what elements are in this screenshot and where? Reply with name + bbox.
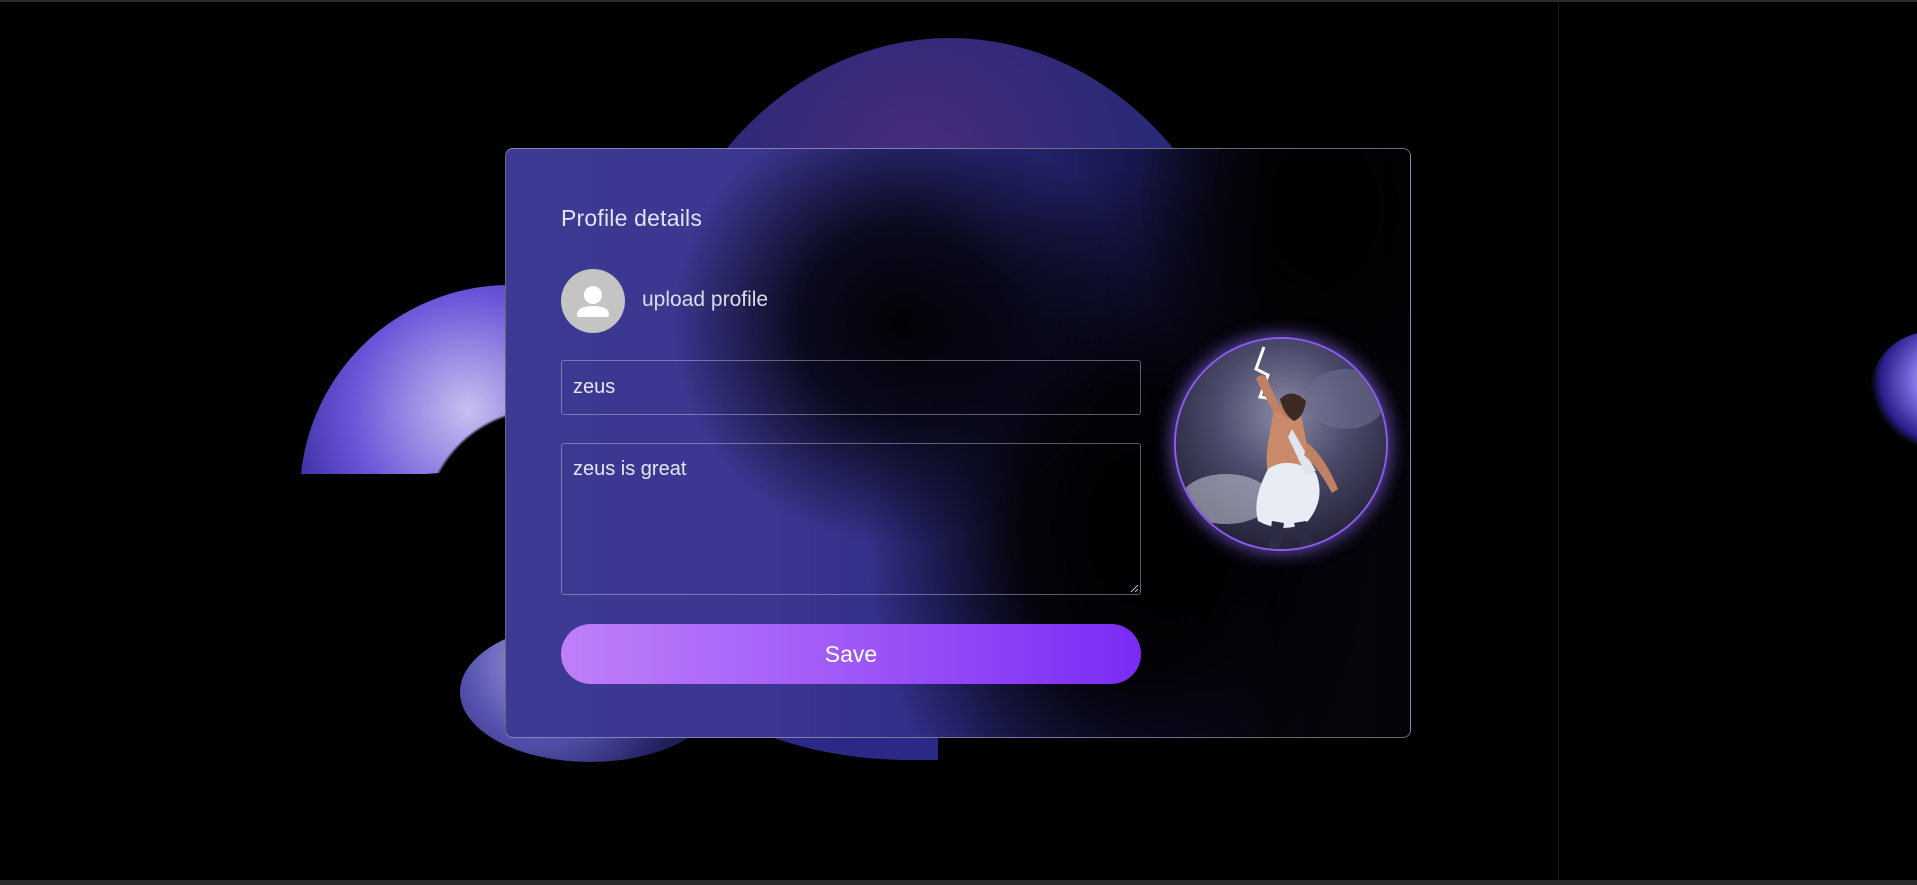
card-title: Profile details — [561, 205, 703, 231]
background-ring-right — [1870, 332, 1917, 452]
bottom-border — [0, 880, 1917, 885]
name-input[interactable] — [561, 360, 1141, 415]
save-button[interactable]: Save — [561, 624, 1141, 684]
profile-details-card: Profile details upload profile Save — [505, 148, 1411, 738]
vertical-divider — [1558, 2, 1559, 885]
zeus-portrait-image — [1176, 339, 1386, 549]
bio-textarea[interactable] — [561, 443, 1141, 595]
profile-picture — [1174, 337, 1388, 551]
upload-profile-link[interactable]: upload profile — [642, 288, 768, 312]
avatar-placeholder-icon[interactable] — [561, 269, 625, 333]
page-background: Profile details upload profile Save — [0, 0, 1917, 885]
resize-grip-icon[interactable] — [1129, 583, 1139, 593]
